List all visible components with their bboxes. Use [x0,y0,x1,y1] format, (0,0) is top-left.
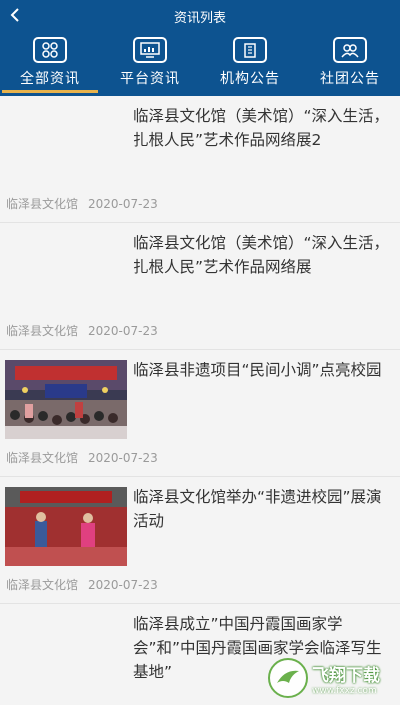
news-source: 临泽县文化馆 [6,578,79,592]
list-item[interactable]: 临泽县文化馆（美术馆）“深入生活，扎根人民”艺术作品网络展2 临泽县文化馆 202… [0,96,400,223]
news-title: 临泽县非遗项目“民间小调”点亮校园 [133,361,382,379]
news-source: 临泽县文化馆 [6,324,79,338]
news-thumbnail [5,360,127,439]
tab-platform-news[interactable]: 平台资讯 [100,33,200,96]
news-meta: 临泽县文化馆 2020-07-23 [6,195,158,212]
news-date: 2020-07-23 [88,197,158,211]
category-tabs: 全部资讯 平台资讯 机构公告 社团公告 [0,33,400,96]
news-thumbnail [5,487,127,566]
news-date: 2020-07-23 [88,324,158,338]
news-title: 临泽县文化馆举办“非遗进校园”展演活动 [133,488,382,530]
tab-label: 平台资讯 [120,71,180,87]
news-list: 临泽县文化馆（美术馆）“深入生活，扎根人民”艺术作品网络展2 临泽县文化馆 202… [0,96,400,705]
grid-icon [33,37,67,63]
news-meta: 临泽县文化馆 2020-07-23 [6,449,158,466]
list-item[interactable]: 临泽县文化馆（美术馆）“深入生活，扎根人民”艺术作品网络展 临泽县文化馆 2020… [0,223,400,350]
monitor-chart-icon [133,37,167,63]
news-meta: 临泽县文化馆 2020-07-23 [6,322,158,339]
watermark: 飞翔下载 www.fxxz.com [268,656,396,700]
tab-all-news[interactable]: 全部资讯 [0,33,100,96]
top-bar: 资讯列表 [0,0,400,30]
news-title: 临泽县文化馆（美术馆）“深入生活，扎根人民”艺术作品网络展2 [133,107,390,149]
watermark-text: 飞翔下载 www.fxxz.com [312,661,380,696]
tab-club-notices[interactable]: 社团公告 [300,33,400,96]
tab-label: 机构公告 [220,71,280,87]
list-item[interactable]: 临泽县文化馆举办“非遗进校园”展演活动 临泽县文化馆 2020-07-23 [0,477,400,604]
list-item[interactable]: 临泽县非遗项目“民间小调”点亮校园 临泽县文化馆 2020-07-23 [0,350,400,477]
bird-logo-icon [268,658,308,698]
news-title: 临泽县文化馆（美术馆）“深入生活，扎根人民”艺术作品网络展 [133,234,390,276]
building-icon [233,37,267,63]
tab-institution-notices[interactable]: 机构公告 [200,33,300,96]
news-source: 临泽县文化馆 [6,197,79,211]
news-date: 2020-07-23 [88,451,158,465]
tab-label: 社团公告 [320,71,380,87]
watermark-title: 飞翔下载 [312,665,380,686]
active-tab-indicator [2,90,98,93]
news-source: 临泽县文化馆 [6,451,79,465]
news-meta: 临泽县文化馆 2020-07-23 [6,576,158,593]
group-icon [333,37,367,63]
app-header: 资讯列表 全部资讯 平台资讯 机构公告 社团公告 [0,0,400,96]
page-title: 资讯列表 [173,11,226,26]
news-date: 2020-07-23 [88,578,158,592]
watermark-url: www.fxxz.com [312,685,377,696]
tab-label: 全部资讯 [20,71,80,87]
